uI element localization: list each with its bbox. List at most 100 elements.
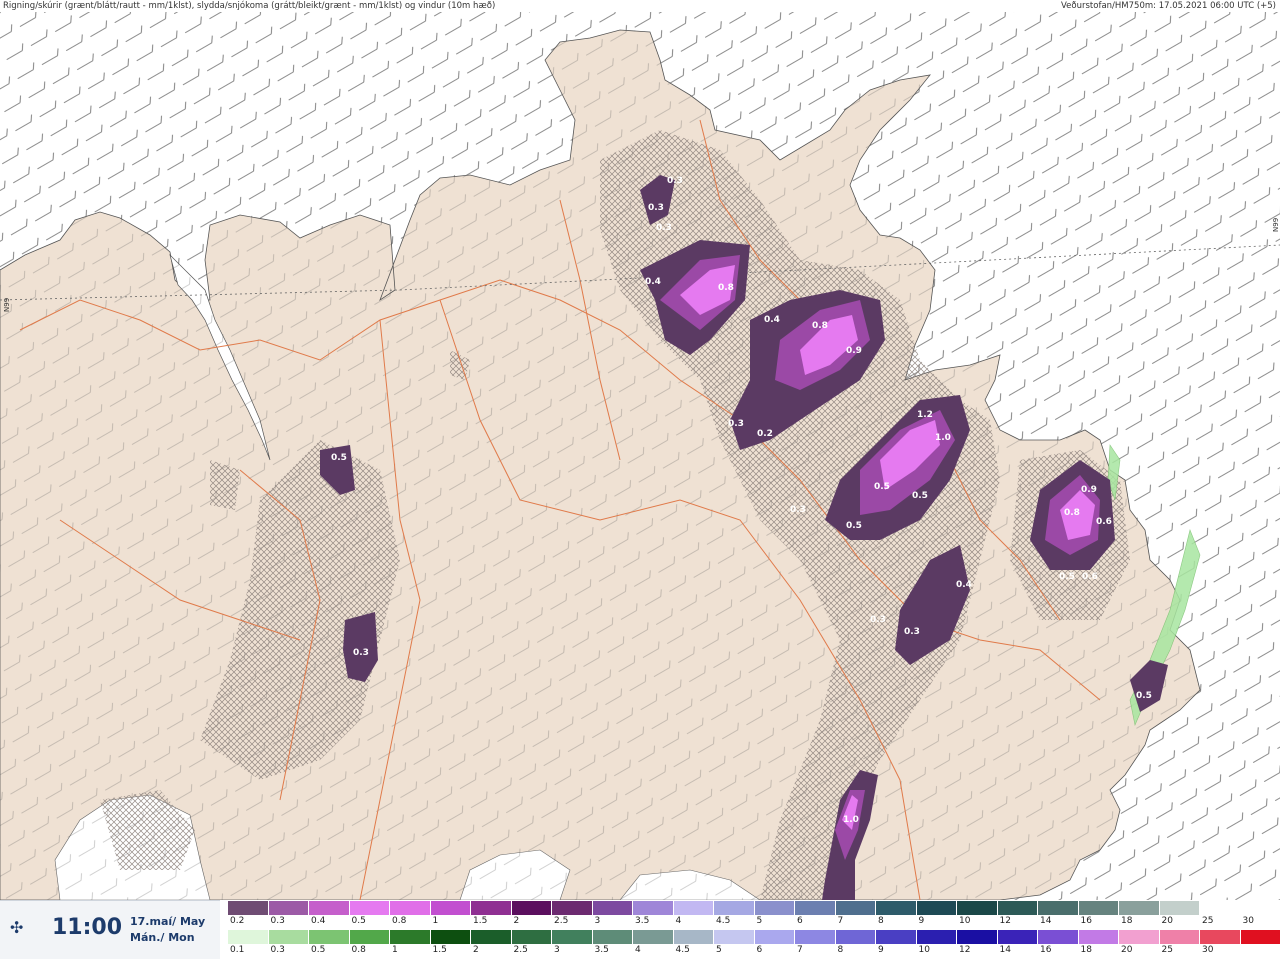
rain-scale-swatch <box>917 930 958 944</box>
snow-scale-swatch <box>836 901 877 915</box>
vedur-logo-icon: ✣ <box>10 919 28 937</box>
snow-scale-label: 12 <box>1000 916 1011 926</box>
rain-scale-label: 4.5 <box>676 945 690 955</box>
rain-scale-label: 12 <box>959 945 970 955</box>
snow-scale-label: 7 <box>838 916 844 926</box>
precip-label: 0.8 <box>718 283 734 293</box>
precip-legend: 0.20.30.40.50.811.522.533.544.5567891012… <box>228 900 1280 958</box>
snow-scale-swatch <box>674 901 715 915</box>
snow-scale-swatch <box>390 901 431 915</box>
rain-scale-swatch <box>1038 930 1079 944</box>
rain-scale-swatch <box>431 930 472 944</box>
precip-label: 1.0 <box>935 433 951 443</box>
snow-scale-label: 2.5 <box>554 916 568 926</box>
rain-scale-label: 10 <box>919 945 930 955</box>
rain-scale-swatch <box>876 930 917 944</box>
snow-scale-swatch <box>269 901 310 915</box>
map-source: Veðurstofan/HM750m: 17.05.2021 06:00 UTC… <box>1061 0 1276 12</box>
rain-scale-label: 9 <box>878 945 884 955</box>
snow-scale-label: 18 <box>1121 916 1132 926</box>
snow-scale-label: 6 <box>797 916 803 926</box>
precip-label: 0.3 <box>790 505 806 515</box>
snow-scale-swatch <box>633 901 674 915</box>
snow-scale-label: 9 <box>919 916 925 926</box>
snow-scale-label: 14 <box>1040 916 1051 926</box>
precip-label: 1.2 <box>917 410 933 420</box>
rain-scale-swatch <box>1119 930 1160 944</box>
snow-scale-label: 1 <box>433 916 439 926</box>
snow-scale-swatch <box>1038 901 1079 915</box>
rain-scale-label: 0.1 <box>230 945 244 955</box>
rain-scale-label: 5 <box>716 945 722 955</box>
rain-scale-label: 7 <box>797 945 803 955</box>
snow-scale-swatch <box>309 901 350 915</box>
rain-scale-swatch <box>674 930 715 944</box>
rain-scale-label: 3.5 <box>595 945 609 955</box>
snow-scale-label: 16 <box>1081 916 1092 926</box>
snow-scale-label: 5 <box>757 916 763 926</box>
snow-scale-label: 4.5 <box>716 916 730 926</box>
rain-color-scale <box>228 930 1280 944</box>
rain-scale-label: 0.8 <box>352 945 366 955</box>
snow-scale-swatch <box>552 901 593 915</box>
snow-scale-swatch <box>1160 901 1201 915</box>
snow-scale-swatch <box>1200 901 1241 915</box>
rain-scale-label: 1.5 <box>433 945 447 955</box>
rain-scale-swatch <box>471 930 512 944</box>
precip-label: 0.3 <box>870 615 886 625</box>
snow-scale-swatch <box>1119 901 1160 915</box>
rain-scale-swatch <box>228 930 269 944</box>
snow-scale-swatch <box>714 901 755 915</box>
snow-scale-label: 8 <box>878 916 884 926</box>
rain-scale-label: 3 <box>554 945 560 955</box>
precip-label: 0.4 <box>764 315 780 325</box>
precip-label: 0.3 <box>667 176 683 186</box>
rain-scale-label: 14 <box>1000 945 1011 955</box>
snow-scale-swatch <box>1079 901 1120 915</box>
snow-scale-swatch <box>917 901 958 915</box>
precip-label: 0.5 <box>1136 691 1152 701</box>
parallel-label-left: N99 <box>3 298 11 312</box>
snow-scale-label: 1.5 <box>473 916 487 926</box>
snow-scale-label: 0.8 <box>392 916 406 926</box>
snow-scale-label: 30 <box>1243 916 1254 926</box>
snow-scale-label: 0.3 <box>271 916 285 926</box>
snow-scale-label: 10 <box>959 916 970 926</box>
snow-scale-swatch <box>998 901 1039 915</box>
rain-scale-label: 0.3 <box>271 945 285 955</box>
rain-scale-swatch <box>957 930 998 944</box>
rain-scale-label: 2 <box>473 945 479 955</box>
map-title: Rigning/skúrir (grænt/blátt/rautt - mm/1… <box>3 0 495 12</box>
precip-label: 0.3 <box>728 419 744 429</box>
precip-label: 0.3 <box>648 203 664 213</box>
rain-scale-label: 0.5 <box>311 945 325 955</box>
map-header: Rigning/skúrir (grænt/blátt/rautt - mm/1… <box>0 0 1280 12</box>
forecast-time: 11:00 <box>52 915 122 940</box>
snow-scale-label: 25 <box>1202 916 1213 926</box>
precip-label: 0.4 <box>645 277 661 287</box>
rain-scale-swatch <box>1200 930 1241 944</box>
snow-scale-label: 0.2 <box>230 916 244 926</box>
weather-map[interactable]: 0.3 0.3 0.3 0.4 0.8 0.4 0.8 0.9 0.3 0.2 … <box>0 12 1280 900</box>
rain-scale-swatch <box>633 930 674 944</box>
snow-scale-swatch <box>431 901 472 915</box>
rain-scale-label: 6 <box>757 945 763 955</box>
rain-scale-swatch <box>1160 930 1201 944</box>
precip-label: 0.6 <box>1082 572 1098 582</box>
snow-color-scale <box>228 901 1241 915</box>
snow-scale-labels: 0.20.30.40.50.811.522.533.544.5567891012… <box>228 916 1280 928</box>
rain-scale-label: 8 <box>838 945 844 955</box>
snow-scale-label: 0.4 <box>311 916 325 926</box>
rain-scale-swatch <box>755 930 796 944</box>
precip-label: 0.5 <box>1059 572 1075 582</box>
snow-scale-swatch <box>350 901 391 915</box>
rain-scale-label: 20 <box>1121 945 1132 955</box>
snow-scale-swatch <box>755 901 796 915</box>
rain-scale-swatch <box>836 930 877 944</box>
precip-label: 0.3 <box>656 223 672 233</box>
precip-label: 0.5 <box>331 453 347 463</box>
precip-label: 0.3 <box>353 648 369 658</box>
rain-scale-swatch <box>552 930 593 944</box>
precip-label: 0.3 <box>904 627 920 637</box>
rain-scale-swatch <box>512 930 553 944</box>
